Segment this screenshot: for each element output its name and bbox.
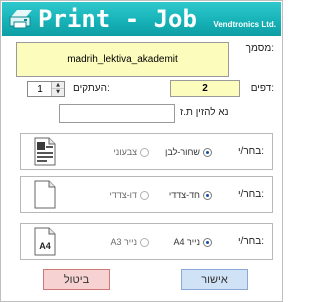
pages-label: :דפים — [250, 83, 274, 94]
paper-size-group: :בחר/י נייר A4 נייר A3 A4 — [20, 223, 273, 260]
blank-page-icon — [34, 180, 56, 209]
printer-logo-icon — [9, 10, 32, 29]
a3-label: נייר A3 — [110, 237, 137, 247]
radio-black-white[interactable]: שחור-לבן — [165, 147, 212, 157]
ok-button[interactable]: אישור — [181, 269, 248, 290]
radio-double-sided[interactable]: דו-צדדי — [109, 190, 149, 200]
radio-color[interactable]: צבעוני — [113, 147, 149, 157]
a4-icon-text: A4 — [39, 241, 51, 251]
color-document-icon — [34, 137, 56, 166]
radio-a3[interactable]: נייר A3 — [110, 237, 149, 247]
copies-label: :העתקים — [73, 83, 110, 94]
a4-paper-icon: A4 — [34, 227, 56, 256]
pages-count-field: 2 — [170, 80, 240, 97]
chevron-up-icon[interactable]: ▲ — [52, 82, 64, 89]
chevron-down-icon[interactable]: ▼ — [52, 89, 64, 96]
paper-choose-label: :בחר/י — [237, 236, 264, 247]
radio-unselected-icon[interactable] — [140, 190, 149, 200]
single-sided-label: חד-צדדי — [168, 190, 200, 200]
document-name-field: madrih_lektiva_akademit — [16, 42, 229, 77]
color-mode-choose-label: :בחר/י — [237, 146, 264, 157]
black-white-label: שחור-לבן — [165, 147, 200, 157]
radio-selected-icon[interactable] — [203, 237, 212, 247]
radio-unselected-icon[interactable] — [140, 147, 149, 157]
color-mode-group: :בחר/י שחור-לבן צבעוני — [20, 133, 273, 170]
a4-label: נייר A4 — [173, 237, 200, 247]
print-job-window: Print - Job Vendtronics Ltd. :מסמך madri… — [0, 0, 283, 302]
radio-unselected-icon[interactable] — [140, 237, 149, 247]
document-label: :מסמך — [245, 43, 274, 54]
sides-choose-label: :בחר/י — [237, 189, 264, 200]
radio-single-sided[interactable]: חד-צדדי — [169, 190, 212, 200]
color-label: צבעוני — [113, 147, 137, 157]
double-sided-label: דו-צדדי — [109, 190, 137, 200]
app-title: Print - Job — [38, 5, 197, 33]
copies-value[interactable]: 1 — [28, 82, 52, 96]
radio-selected-icon[interactable] — [203, 190, 212, 200]
id-label: נא להזין ת.ז — [180, 107, 229, 118]
radio-selected-icon[interactable] — [203, 147, 212, 157]
copies-stepper-arrows: ▲ ▼ — [51, 82, 64, 96]
cancel-button[interactable]: ביטול — [43, 269, 110, 290]
id-number-input[interactable] — [59, 104, 175, 123]
header-bar: Print - Job Vendtronics Ltd. — [2, 2, 281, 36]
radio-a4[interactable]: נייר A4 — [173, 237, 212, 247]
vendor-name: Vendtronics Ltd. — [213, 20, 276, 29]
sides-group: :בחר/י חד-צדדי דו-צדדי — [20, 176, 273, 213]
copies-stepper[interactable]: 1 ▲ ▼ — [27, 81, 65, 97]
